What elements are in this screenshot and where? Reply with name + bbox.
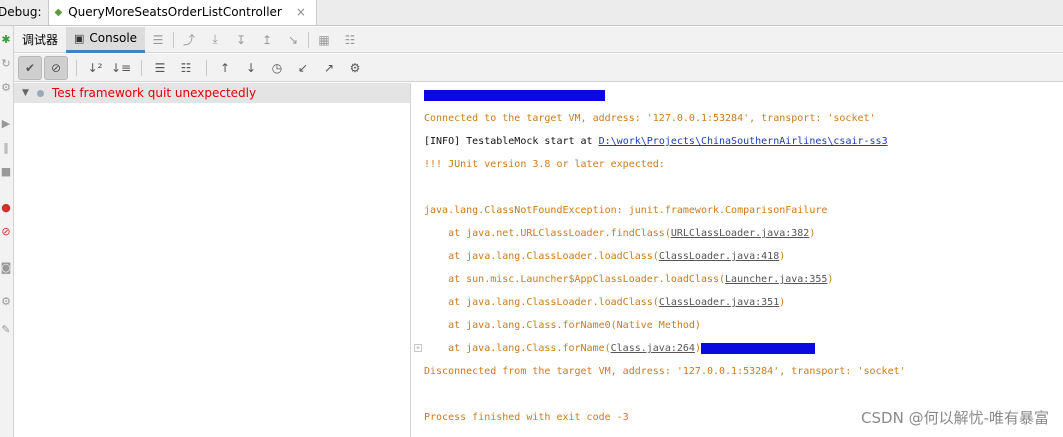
console-line: at java.lang.ClassLoader.loadClass(Class… <box>424 251 786 262</box>
debug-label: Debug: <box>0 5 42 19</box>
console-text: at java.lang.Class.forName( <box>424 343 611 354</box>
stack-frame-link[interactable]: ClassLoader.java:418 <box>659 251 779 262</box>
console-line: D:\work\jdk_8u291\bin\java.exe <box>424 89 605 103</box>
step-out-icon[interactable]: ↥ <box>254 27 280 53</box>
run-to-cursor-icon[interactable]: ↘ <box>280 27 306 53</box>
tab-debugger[interactable]: 调试器 <box>14 27 66 53</box>
test-runner-toolbar: ✔ ⊘ ↓² ↓≡ ☰ ☷ ↑ ↓ ◷ ↙ ↗ ⚙ <box>14 54 1063 82</box>
tab-console[interactable]: ▣ Console <box>66 26 146 53</box>
console-line: Connected to the target VM, address: '12… <box>424 113 876 124</box>
next-failed-icon[interactable]: ↓ <box>239 56 263 80</box>
console-line: Process finished with exit code -3 <box>424 412 629 423</box>
history-icon[interactable]: ◷ <box>265 56 289 80</box>
selected-text: D:\work\jdk_8u291\bin\java.exe <box>424 90 605 101</box>
previous-failed-icon[interactable]: ↑ <box>213 56 237 80</box>
breakpoints-icon[interactable]: ● <box>0 202 12 214</box>
tab-debugger-label: 调试器 <box>22 33 59 47</box>
chevron-down-icon[interactable]: ▼ <box>22 88 29 98</box>
toolbar-divider <box>76 59 77 76</box>
stack-frame-link[interactable]: Launcher.java:355 <box>725 274 827 285</box>
trace-icon[interactable]: ☷ <box>337 27 363 53</box>
export-tests-icon[interactable]: ↗ <box>317 56 341 80</box>
console-text: [INFO] TestableMock start at <box>424 136 599 147</box>
console-line: at java.lang.Class.forName(Class.java:26… <box>424 343 816 354</box>
pause-icon[interactable]: ‖ <box>0 142 12 154</box>
test-results-tree: ▼ Test framework quit unexpectedly <box>14 83 411 437</box>
show-ignored-icon[interactable]: ⊘ <box>44 55 68 80</box>
mute-breakpoints-icon[interactable]: ⊘ <box>0 226 12 238</box>
bug-icon[interactable]: ✱ <box>0 34 12 46</box>
console-line: at java.lang.Class.forName0(Native Metho… <box>424 320 701 331</box>
console-icon: ▣ <box>74 31 85 45</box>
console-text: at sun.misc.Launcher$AppClassLoader.load… <box>424 274 726 285</box>
camera-icon[interactable]: ◙ <box>0 262 12 274</box>
session-tab-label: QueryMoreSeatsOrderListController <box>68 5 282 19</box>
toolbar-divider <box>173 31 175 48</box>
evaluate-expression-icon[interactable]: ▦ <box>311 27 337 53</box>
step-over-icon[interactable]: ⤓ <box>202 27 228 53</box>
close-icon[interactable]: × <box>296 5 306 19</box>
rerun-icon[interactable]: ↻ <box>0 58 12 70</box>
expand-all-icon[interactable]: ☰ <box>148 56 172 80</box>
debug-titlebar: Debug: ◆ QueryMoreSeatsOrderListControll… <box>0 0 1063 26</box>
console-output[interactable]: D:\work\jdk_8u291\bin\java.exe Connected… <box>412 83 1063 437</box>
settings-icon[interactable]: ⚙ <box>343 56 367 80</box>
status-dot-icon <box>36 89 44 97</box>
tab-console-label: Console <box>89 31 138 45</box>
project-path-link[interactable]: D:\work\Projects\ChinaSouthernAirlines\c… <box>599 136 888 147</box>
run-config-icon: ◆ <box>54 6 63 18</box>
console-text: at java.lang.ClassLoader.loadClass( <box>424 251 659 262</box>
console-line: at sun.misc.Launcher$AppClassLoader.load… <box>424 274 834 285</box>
sort-alphabetically-icon[interactable]: ↓² <box>83 56 107 80</box>
toolbar-divider <box>206 59 207 76</box>
console-text: at java.lang.ClassLoader.loadClass( <box>424 297 659 308</box>
collapse-all-icon[interactable]: ☷ <box>174 56 198 80</box>
step-into-icon[interactable]: ↧ <box>228 27 254 53</box>
toolbar-divider <box>308 31 310 48</box>
stack-frame-link[interactable]: URLClassLoader.java:382 <box>671 228 809 239</box>
stop-icon[interactable]: ■ <box>0 166 12 178</box>
sort-by-duration-icon[interactable]: ↓≡ <box>109 56 133 80</box>
console-line: at java.net.URLClassLoader.findClass(URL… <box>424 228 816 239</box>
pin-icon[interactable]: ✎ <box>0 324 12 336</box>
fold-icon[interactable]: + <box>414 344 422 352</box>
left-tool-rail: ✱ ↻ ⚙ ▶ ‖ ■ ● ⊘ ◙ ⚙ ✎ <box>0 26 14 437</box>
debug-tabs-toolbar: 调试器 ▣ Console ☰ ⤴ ⤓ ↧ ↥ ↘ ▦ ☷ <box>14 26 1063 53</box>
console-line: [INFO] TestableMock start at D:\work\Pro… <box>424 135 888 149</box>
menu-icon[interactable]: ☰ <box>145 27 171 53</box>
show-execution-point-icon[interactable]: ⤴ <box>176 27 202 53</box>
watermark: CSDN @何以解忧-唯有暴富 <box>861 409 1049 427</box>
tree-item-label: Test framework quit unexpectedly <box>51 86 257 100</box>
gear-icon[interactable]: ⚙ <box>0 296 12 308</box>
console-text: at java.net.URLClassLoader.findClass( <box>424 228 671 239</box>
console-line: !!! JUnit version 3.8 or later expected: <box>424 159 665 170</box>
console-line: Disconnected from the target VM, address… <box>424 366 906 377</box>
console-line: at java.lang.ClassLoader.loadClass(Class… <box>424 297 786 308</box>
internal-calls-fold[interactable]: <3 internal calls> <box>700 343 816 354</box>
import-tests-icon[interactable]: ↙ <box>291 56 315 80</box>
console-line: java.lang.ClassNotFoundException: junit.… <box>424 205 828 216</box>
stack-frame-link[interactable]: Class.java:264 <box>611 343 695 354</box>
settings-icon[interactable]: ⚙ <box>0 82 12 94</box>
toolbar-divider <box>141 59 142 76</box>
show-passed-icon[interactable]: ✔ <box>18 55 42 80</box>
resume-icon[interactable]: ▶ <box>0 118 12 130</box>
tree-item[interactable]: ▼ Test framework quit unexpectedly <box>14 83 410 103</box>
session-tab[interactable]: ◆ QueryMoreSeatsOrderListController × <box>47 0 317 25</box>
stack-frame-link[interactable]: ClassLoader.java:351 <box>659 297 779 308</box>
